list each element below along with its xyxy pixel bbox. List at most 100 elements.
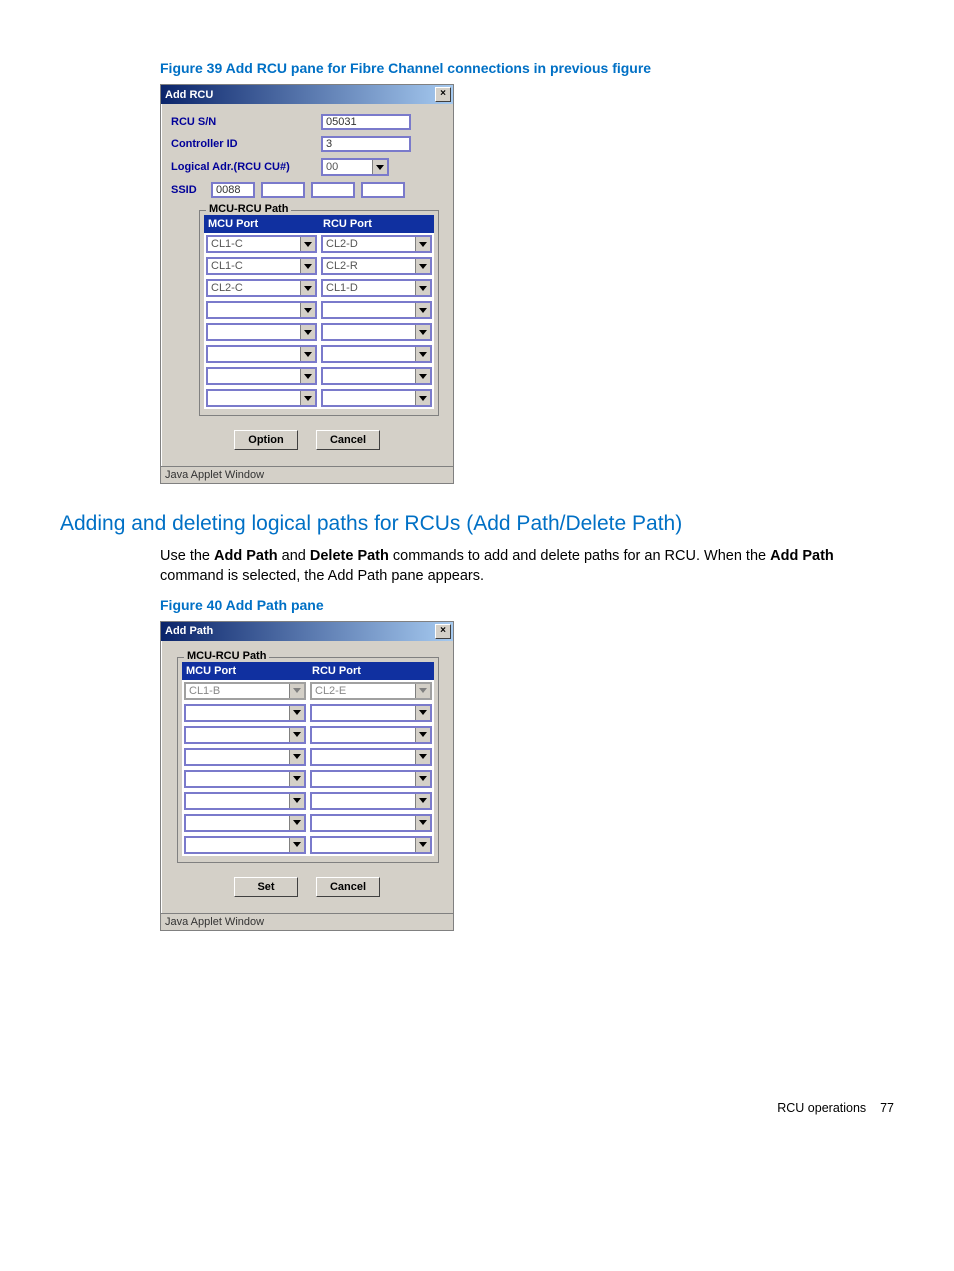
cancel-button[interactable]: Cancel <box>316 877 380 897</box>
cancel-button[interactable]: Cancel <box>316 430 380 450</box>
status-bar: Java Applet Window <box>161 466 453 483</box>
mcu-port-combo[interactable] <box>184 814 306 832</box>
logical-adr-combo[interactable]: 00 <box>321 158 389 176</box>
path-row <box>182 834 434 856</box>
combo-value: CL2-C <box>208 281 300 295</box>
combo-value <box>312 794 415 808</box>
chevron-down-icon[interactable] <box>415 816 430 830</box>
mcu-port-header: MCU Port <box>204 215 319 233</box>
chevron-down-icon[interactable] <box>300 281 315 295</box>
chevron-down-icon[interactable] <box>415 794 430 808</box>
controller-id-label: Controller ID <box>171 138 291 150</box>
mcu-port-combo[interactable] <box>206 323 317 341</box>
rcu-port-combo[interactable] <box>321 389 432 407</box>
controller-id-input[interactable] <box>321 136 411 152</box>
rcu-port-header: RCU Port <box>319 215 434 233</box>
ssid-input-3[interactable] <box>361 182 405 198</box>
mcu-port-combo[interactable] <box>184 770 306 788</box>
rcu-port-combo[interactable] <box>310 704 432 722</box>
chevron-down-icon[interactable] <box>300 237 315 251</box>
rcu-sn-input[interactable] <box>321 114 411 130</box>
rcu-port-combo[interactable] <box>321 323 432 341</box>
close-icon[interactable]: × <box>435 87 451 102</box>
rcu-port-combo[interactable]: CL1-D <box>321 279 432 297</box>
chevron-down-icon[interactable] <box>415 391 430 405</box>
chevron-down-icon[interactable] <box>289 794 304 808</box>
mcu-port-combo[interactable] <box>206 389 317 407</box>
chevron-down-icon[interactable] <box>415 750 430 764</box>
chevron-down-icon[interactable] <box>415 325 430 339</box>
rcu-port-combo[interactable] <box>321 345 432 363</box>
path-row: CL1-CCL2-R <box>204 255 434 277</box>
mcu-port-combo[interactable] <box>206 367 317 385</box>
rcu-port-header: RCU Port <box>308 662 434 680</box>
chevron-down-icon[interactable] <box>372 160 387 174</box>
chevron-down-icon[interactable] <box>289 816 304 830</box>
rcu-port-combo[interactable] <box>310 726 432 744</box>
combo-value <box>312 838 415 852</box>
chevron-down-icon[interactable] <box>415 772 430 786</box>
chevron-down-icon[interactable] <box>300 369 315 383</box>
ssid-input-1[interactable] <box>261 182 305 198</box>
close-icon[interactable]: × <box>435 624 451 639</box>
rcu-port-combo[interactable] <box>310 836 432 854</box>
path-row <box>182 702 434 724</box>
mcu-port-combo[interactable] <box>184 726 306 744</box>
mcu-port-combo[interactable] <box>206 345 317 363</box>
rcu-port-combo[interactable] <box>321 367 432 385</box>
chevron-down-icon[interactable] <box>415 347 430 361</box>
chevron-down-icon[interactable] <box>300 391 315 405</box>
mcu-port-combo[interactable]: CL1-C <box>206 235 317 253</box>
chevron-down-icon[interactable] <box>300 259 315 273</box>
chevron-down-icon[interactable] <box>289 772 304 786</box>
rcu-port-combo[interactable] <box>321 301 432 319</box>
path-row: CL1-BCL2-E <box>182 680 434 702</box>
rcu-port-combo[interactable]: CL2-R <box>321 257 432 275</box>
ssid-input-2[interactable] <box>311 182 355 198</box>
mcu-port-combo[interactable] <box>184 836 306 854</box>
chevron-down-icon[interactable] <box>415 303 430 317</box>
rcu-port-combo[interactable]: CL2-D <box>321 235 432 253</box>
chevron-down-icon[interactable] <box>415 281 430 295</box>
rcu-port-combo[interactable] <box>310 792 432 810</box>
mcu-port-combo: CL1-B <box>184 682 306 700</box>
combo-value: CL1-C <box>208 237 300 251</box>
chevron-down-icon[interactable] <box>289 706 304 720</box>
rcu-port-combo: CL2-E <box>310 682 432 700</box>
chevron-down-icon[interactable] <box>415 706 430 720</box>
option-button[interactable]: Option <box>234 430 298 450</box>
chevron-down-icon <box>289 684 304 698</box>
chevron-down-icon[interactable] <box>289 728 304 742</box>
chevron-down-icon[interactable] <box>300 347 315 361</box>
chevron-down-icon[interactable] <box>415 237 430 251</box>
path-row <box>204 299 434 321</box>
chevron-down-icon[interactable] <box>415 728 430 742</box>
combo-value <box>323 303 415 317</box>
mcu-port-combo[interactable] <box>184 748 306 766</box>
chevron-down-icon[interactable] <box>300 325 315 339</box>
combo-value <box>208 347 300 361</box>
rcu-port-combo[interactable] <box>310 814 432 832</box>
chevron-down-icon[interactable] <box>289 838 304 852</box>
combo-value <box>312 728 415 742</box>
mcu-port-combo[interactable] <box>184 792 306 810</box>
chevron-down-icon[interactable] <box>415 369 430 383</box>
chevron-down-icon[interactable] <box>415 838 430 852</box>
logical-adr-value: 00 <box>323 160 372 174</box>
mcu-port-combo[interactable]: CL1-C <box>206 257 317 275</box>
mcu-port-combo[interactable]: CL2-C <box>206 279 317 297</box>
path-row: CL2-C CL1-D <box>204 277 434 299</box>
mcu-port-combo[interactable] <box>184 704 306 722</box>
status-bar: Java Applet Window <box>161 913 453 930</box>
rcu-port-combo[interactable] <box>310 770 432 788</box>
path-row <box>182 746 434 768</box>
chevron-down-icon[interactable] <box>289 750 304 764</box>
chevron-down-icon[interactable] <box>300 303 315 317</box>
combo-value <box>208 303 300 317</box>
set-button[interactable]: Set <box>234 877 298 897</box>
rcu-port-combo[interactable] <box>310 748 432 766</box>
path-row <box>182 790 434 812</box>
mcu-port-combo[interactable] <box>206 301 317 319</box>
chevron-down-icon[interactable] <box>415 259 430 273</box>
ssid-input-0[interactable] <box>211 182 255 198</box>
